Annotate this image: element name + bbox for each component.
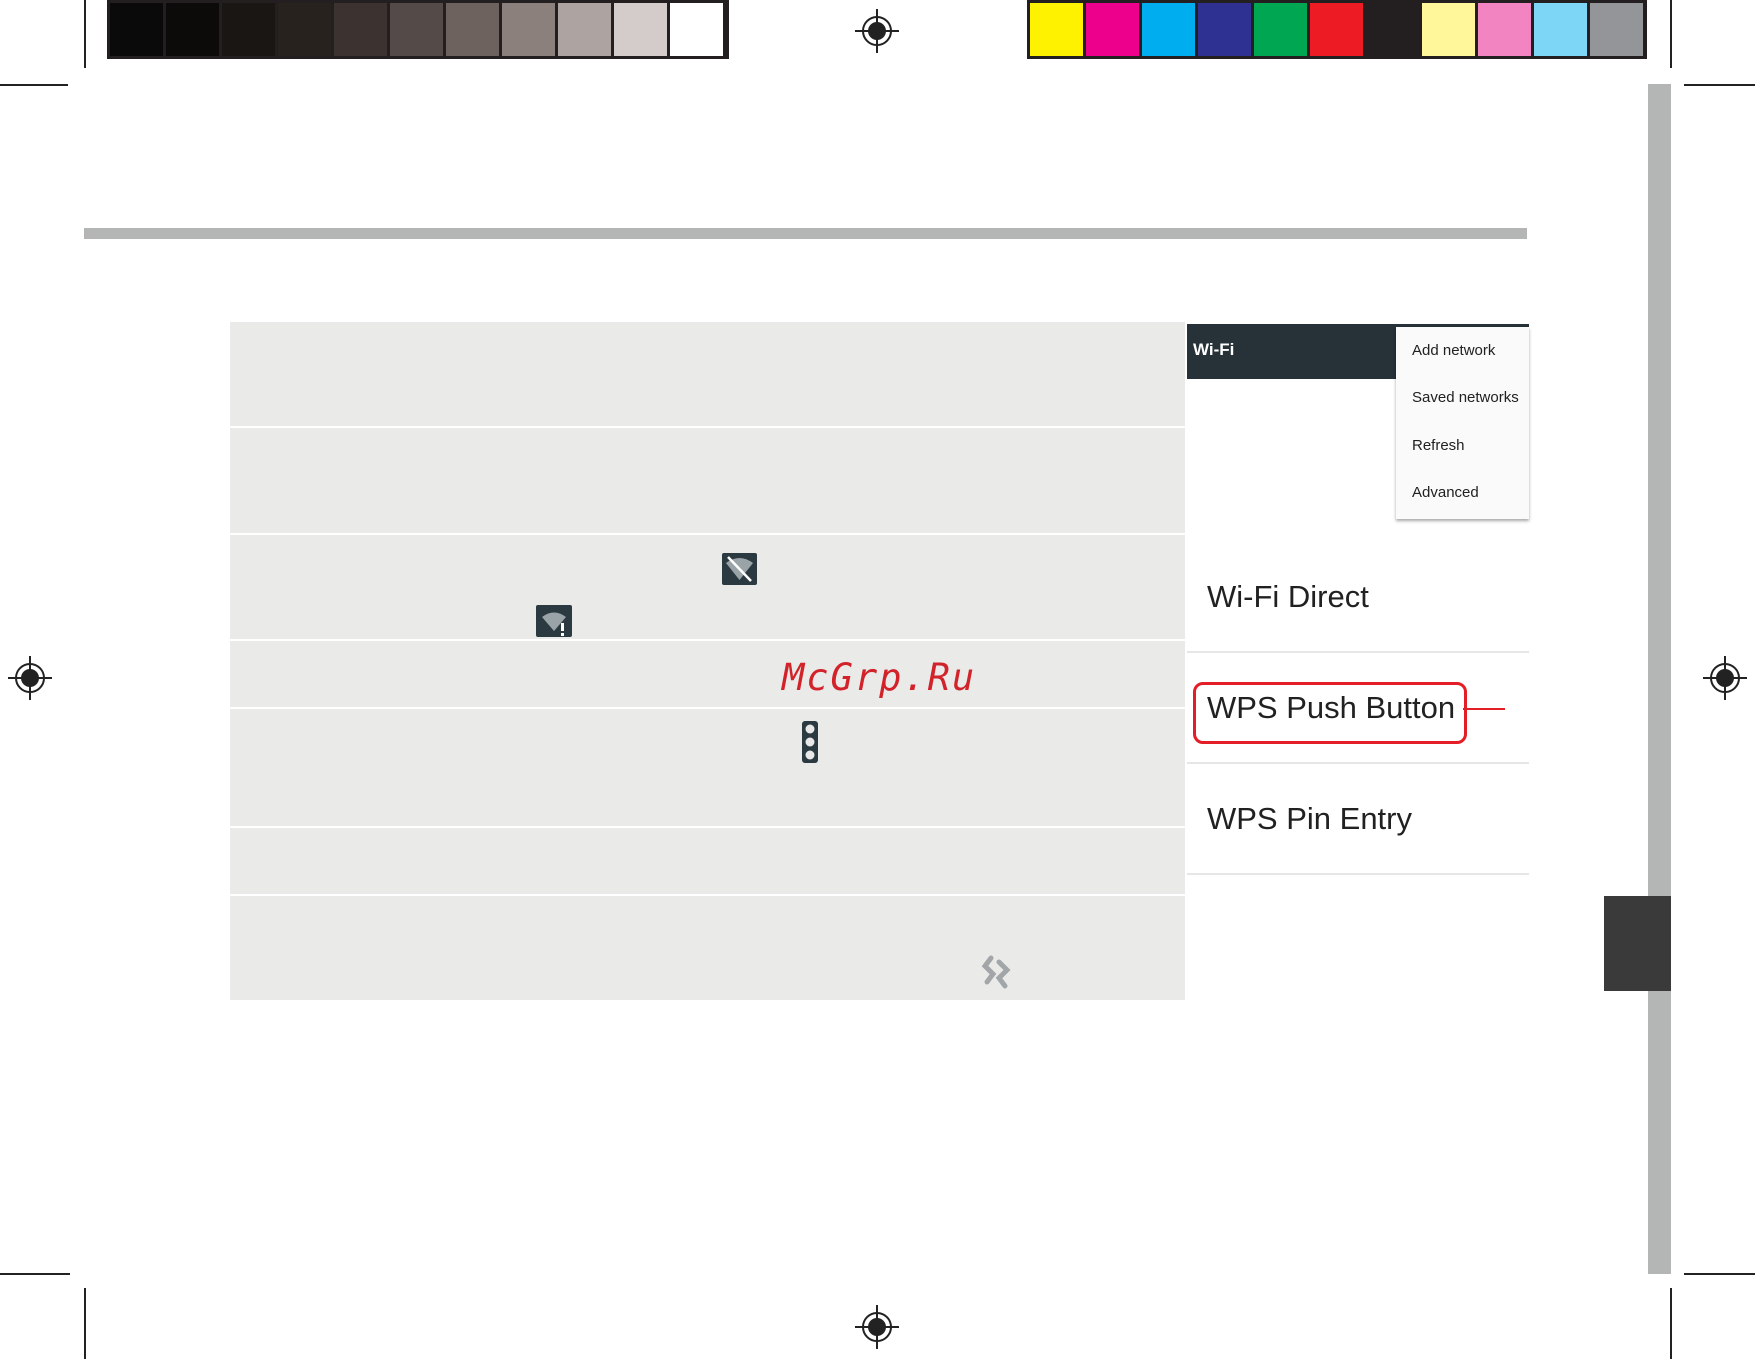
color-swatch [1030, 3, 1083, 56]
highlight-box [1193, 682, 1467, 744]
overflow-menu: Add network Saved networks Refresh Advan… [1396, 327, 1529, 519]
color-swatch [1590, 3, 1643, 56]
color-swatch [278, 3, 331, 56]
instruction-steps [230, 322, 1185, 1000]
step-row [230, 709, 1185, 828]
color-swatch [614, 3, 667, 56]
grayscale-color-bar [107, 0, 729, 59]
color-swatch [222, 3, 275, 56]
color-swatch [334, 3, 387, 56]
step-row [230, 322, 1185, 428]
registration-mark-icon [855, 1305, 899, 1349]
crop-mark [1670, 0, 1672, 68]
color-swatch [1422, 3, 1475, 56]
color-swatch [502, 3, 555, 56]
crop-mark [1684, 1273, 1755, 1275]
wifi-screen-title: Wi-Fi [1193, 340, 1235, 359]
option-wps-pin-entry[interactable]: WPS Pin Entry [1207, 801, 1412, 837]
watermark-text: McGrp.Ru [782, 656, 977, 699]
wps-icon [979, 954, 1013, 990]
color-swatch [166, 3, 219, 56]
crop-mark [1670, 1288, 1672, 1359]
color-swatch [1478, 3, 1531, 56]
color-swatch [110, 3, 163, 56]
crop-mark [84, 1288, 86, 1359]
step-row [230, 641, 1185, 709]
list-divider [1187, 762, 1529, 764]
color-swatch [1198, 3, 1251, 56]
step-row [230, 896, 1185, 1000]
wifi-warning-icon [536, 605, 572, 637]
step-row [230, 828, 1185, 896]
crop-mark [84, 0, 86, 68]
color-swatch [446, 3, 499, 56]
wifi-off-icon [722, 553, 757, 585]
color-swatch [1310, 3, 1363, 56]
crop-mark [0, 84, 68, 86]
thumb-index-bar [1648, 84, 1671, 1274]
process-color-bar [1027, 0, 1647, 59]
callout-line [1463, 708, 1505, 710]
menu-item-saved-networks[interactable]: Saved networks [1412, 389, 1519, 406]
three-dot-menu-icon [802, 721, 818, 763]
step-row [230, 428, 1185, 535]
color-swatch [670, 3, 723, 56]
list-divider [1187, 651, 1529, 653]
color-swatch [1086, 3, 1139, 56]
list-divider [1187, 873, 1529, 875]
color-swatch [1534, 3, 1587, 56]
menu-item-advanced[interactable]: Advanced [1412, 484, 1479, 501]
registration-mark-icon [8, 656, 52, 700]
color-swatch [558, 3, 611, 56]
crop-mark [0, 1273, 70, 1275]
crop-mark [1684, 84, 1755, 86]
registration-mark-icon [855, 9, 899, 53]
thumb-index-tab [1604, 896, 1671, 991]
color-swatch [1254, 3, 1307, 56]
menu-item-add-network[interactable]: Add network [1412, 342, 1495, 359]
color-swatch [1142, 3, 1195, 56]
section-divider [84, 228, 1527, 239]
registration-mark-icon [1703, 656, 1747, 700]
color-swatch [1366, 3, 1419, 56]
menu-item-refresh[interactable]: Refresh [1412, 437, 1465, 454]
option-wifi-direct[interactable]: Wi-Fi Direct [1207, 579, 1369, 615]
color-swatch [390, 3, 443, 56]
step-row [230, 535, 1185, 641]
